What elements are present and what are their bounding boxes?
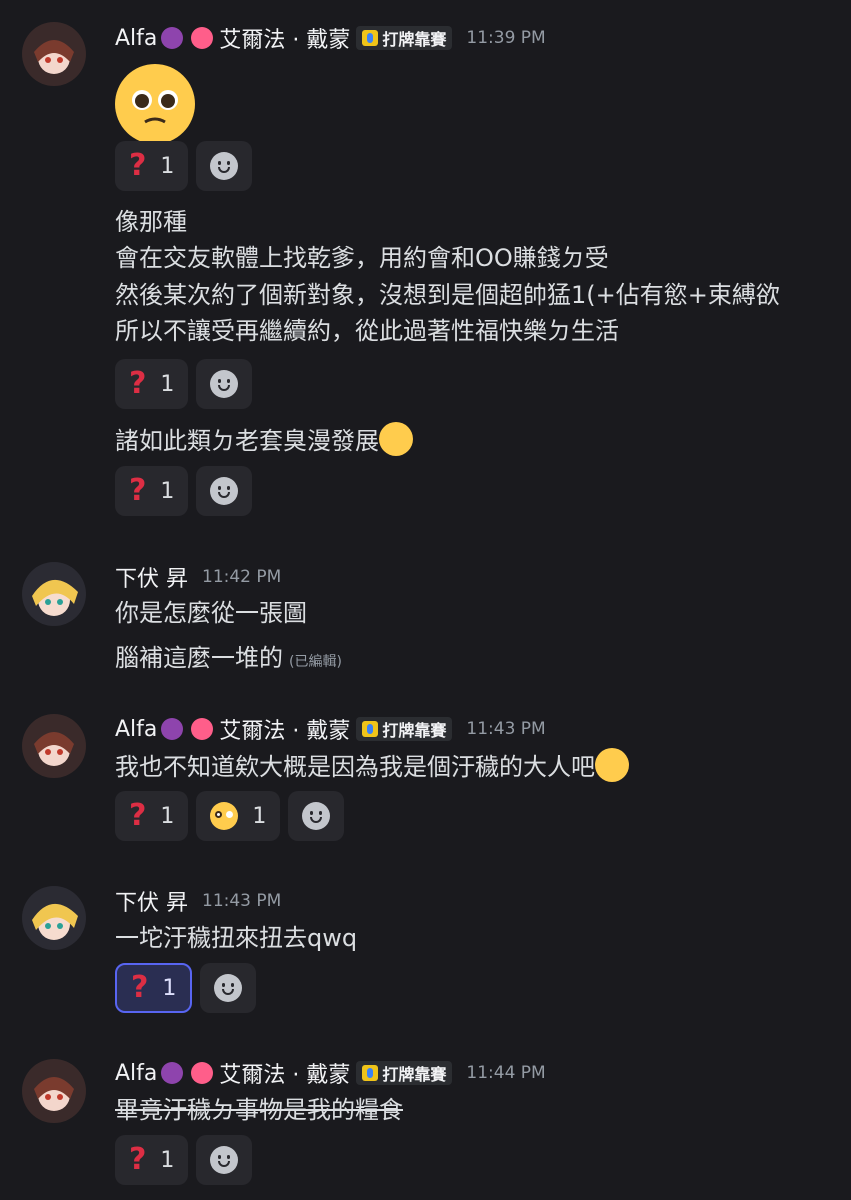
reaction-question[interactable]: ? 1: [115, 141, 189, 191]
sparkling-heart-icon: [191, 1062, 214, 1084]
pleading-face-emoji: [115, 64, 195, 144]
red-question-icon: ?: [131, 970, 149, 1005]
guild-tag[interactable]: 打牌靠賽: [356, 26, 453, 50]
message-header: 下伏 昇 11:43 PM: [115, 885, 281, 917]
message-text-content: 腦補這麼一堆的: [115, 644, 283, 672]
reaction-bar: ? 1: [115, 359, 253, 409]
reaction-count: 1: [160, 153, 175, 179]
reaction-question[interactable]: ? 1: [115, 1135, 189, 1185]
guild-tag[interactable]: 打牌靠賽: [356, 1061, 453, 1085]
add-reaction-icon: [210, 152, 239, 180]
sparkling-heart-icon: [191, 27, 214, 49]
devil-emoji-icon: [161, 1062, 184, 1084]
reaction-count: 1: [160, 1147, 175, 1173]
message-header: Alfa 艾爾法 · 戴蒙 打牌靠賽 11:39 PM: [115, 22, 546, 54]
message-text-strikethrough: 畢竟汙穢ㄉ事物是我的糧食: [115, 1096, 403, 1124]
add-reaction-icon: [210, 370, 239, 398]
devil-emoji-icon: [161, 27, 184, 49]
guild-tag[interactable]: 打牌靠賽: [356, 717, 453, 741]
author-name[interactable]: Alfa: [115, 26, 157, 51]
reaction-question-selected[interactable]: ? 1: [115, 963, 193, 1013]
reaction-bar: ? 1 1: [115, 791, 345, 841]
message-text: 腦補這麼一堆的 (已編輯): [115, 640, 342, 676]
pleading-face-emoji: [379, 422, 413, 456]
message-header: Alfa 艾爾法 · 戴蒙 打牌靠賽 11:43 PM: [115, 713, 546, 745]
message-text-content: 我也不知道欸大概是因為我是個汙穢的大人吧: [115, 753, 595, 781]
guild-tag-label: 打牌靠賽: [382, 30, 447, 49]
tag-badge-icon: [362, 1065, 379, 1081]
message-text: 你是怎麼從一張圖: [115, 599, 307, 627]
tag-badge-icon: [362, 30, 379, 46]
edited-label: (已編輯): [289, 654, 342, 670]
author-display-name[interactable]: 艾爾法 · 戴蒙: [219, 22, 350, 54]
add-reaction-icon: [210, 477, 239, 505]
pleading-face-icon: [210, 802, 239, 830]
message-text: 諸如此類ㄉ老套臭漫發展: [115, 422, 413, 458]
reaction-pleading[interactable]: 1: [196, 791, 281, 841]
add-reaction-button[interactable]: [288, 791, 345, 841]
add-reaction-icon: [302, 802, 331, 830]
add-reaction-icon: [210, 1146, 239, 1174]
tag-badge-icon: [362, 721, 379, 737]
message-text: 我也不知道欸大概是因為我是個汙穢的大人吧: [115, 748, 629, 784]
reaction-question[interactable]: ? 1: [115, 791, 189, 841]
timestamp: 11:44 PM: [466, 1063, 546, 1083]
author-name[interactable]: 下伏 昇: [115, 561, 188, 593]
message-header: Alfa 艾爾法 · 戴蒙 打牌靠賽 11:44 PM: [115, 1057, 546, 1089]
red-question-icon: ?: [129, 366, 147, 401]
author-display-name[interactable]: 艾爾法 · 戴蒙: [219, 713, 350, 745]
avatar[interactable]: [22, 22, 86, 86]
message-header: 下伏 昇 11:42 PM: [115, 561, 281, 593]
reaction-count: 1: [160, 371, 175, 397]
add-reaction-button[interactable]: [196, 141, 253, 191]
add-reaction-button[interactable]: [196, 1135, 253, 1185]
message-text: 像那種: [115, 208, 187, 236]
add-reaction-button[interactable]: [196, 359, 253, 409]
reaction-bar: ? 1: [115, 1135, 253, 1185]
reaction-count: 1: [160, 478, 175, 504]
author-name[interactable]: 下伏 昇: [115, 885, 188, 917]
timestamp: 11:43 PM: [202, 891, 282, 911]
reaction-count: 1: [160, 803, 175, 829]
reaction-question[interactable]: ? 1: [115, 466, 189, 516]
add-reaction-button[interactable]: [200, 963, 257, 1013]
reaction-question[interactable]: ? 1: [115, 359, 189, 409]
timestamp: 11:39 PM: [466, 28, 546, 48]
guild-tag-label: 打牌靠賽: [382, 721, 447, 740]
red-question-icon: ?: [129, 473, 147, 508]
author-name[interactable]: Alfa: [115, 717, 157, 742]
message-text: 所以不讓受再繼續約，從此過著性福快樂ㄉ生活: [115, 317, 619, 345]
timestamp: 11:42 PM: [202, 567, 282, 587]
red-question-icon: ?: [129, 798, 147, 833]
message-text: 會在交友軟體上找乾爹，用約會和OO賺錢ㄉ受: [115, 244, 609, 272]
guild-tag-label: 打牌靠賽: [382, 1065, 447, 1084]
avatar[interactable]: [22, 886, 86, 950]
reaction-bar: ? 1: [115, 466, 253, 516]
message-text: 然後某次約了個新對象，沒想到是個超帥猛1(+佔有慾+束縛欲: [115, 281, 780, 309]
message-text: 一坨汙穢扭來扭去qwq: [115, 924, 358, 952]
reaction-count: 1: [252, 803, 267, 829]
red-question-icon: ?: [129, 148, 147, 183]
avatar[interactable]: [22, 562, 86, 626]
author-name[interactable]: Alfa: [115, 1061, 157, 1086]
avatar[interactable]: [22, 1059, 86, 1123]
message-text-content: 諸如此類ㄉ老套臭漫發展: [115, 427, 379, 455]
devil-emoji-icon: [161, 718, 184, 740]
avatar[interactable]: [22, 714, 86, 778]
add-reaction-icon: [214, 974, 243, 1002]
sweat-smile-emoji: [595, 748, 629, 782]
red-question-icon: ?: [129, 1142, 147, 1177]
sparkling-heart-icon: [191, 718, 214, 740]
add-reaction-button[interactable]: [196, 466, 253, 516]
reaction-bar: ? 1: [115, 963, 257, 1013]
timestamp: 11:43 PM: [466, 719, 546, 739]
author-display-name[interactable]: 艾爾法 · 戴蒙: [219, 1057, 350, 1089]
reaction-count: 1: [162, 975, 177, 1001]
reaction-bar: ? 1: [115, 141, 253, 191]
